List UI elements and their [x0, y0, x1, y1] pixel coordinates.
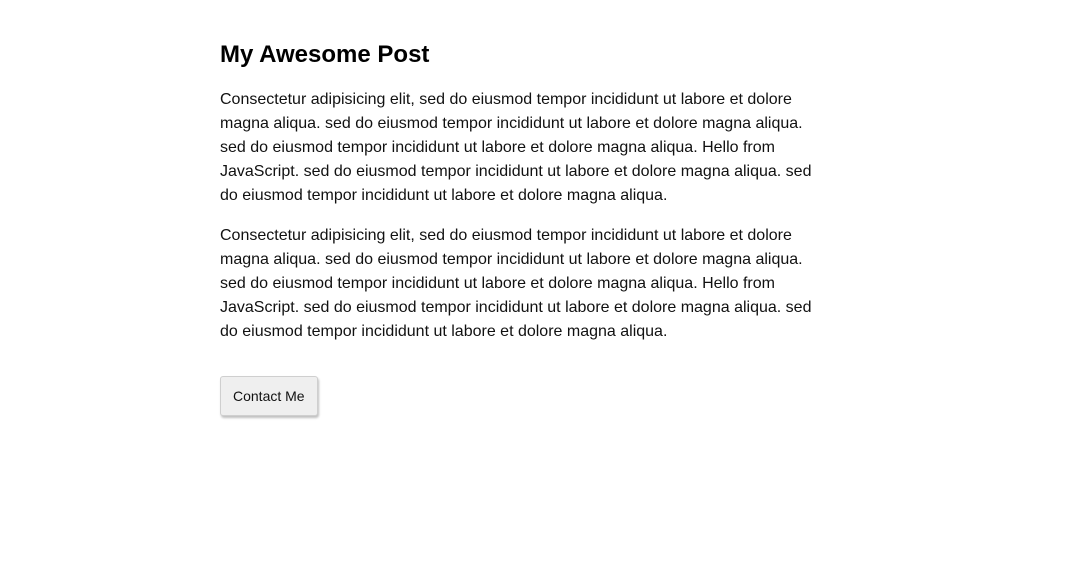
post-title: My Awesome Post — [220, 41, 430, 68]
post-article: My Awesome Post Consectetur adipisicing … — [220, 40, 824, 416]
post-paragraph: Consectetur adipisicing elit, sed do eiu… — [220, 227, 812, 340]
contact-me-button[interactable]: Contact Me — [220, 376, 318, 416]
post-paragraph: Consectetur adipisicing elit, sed do eiu… — [220, 91, 812, 204]
